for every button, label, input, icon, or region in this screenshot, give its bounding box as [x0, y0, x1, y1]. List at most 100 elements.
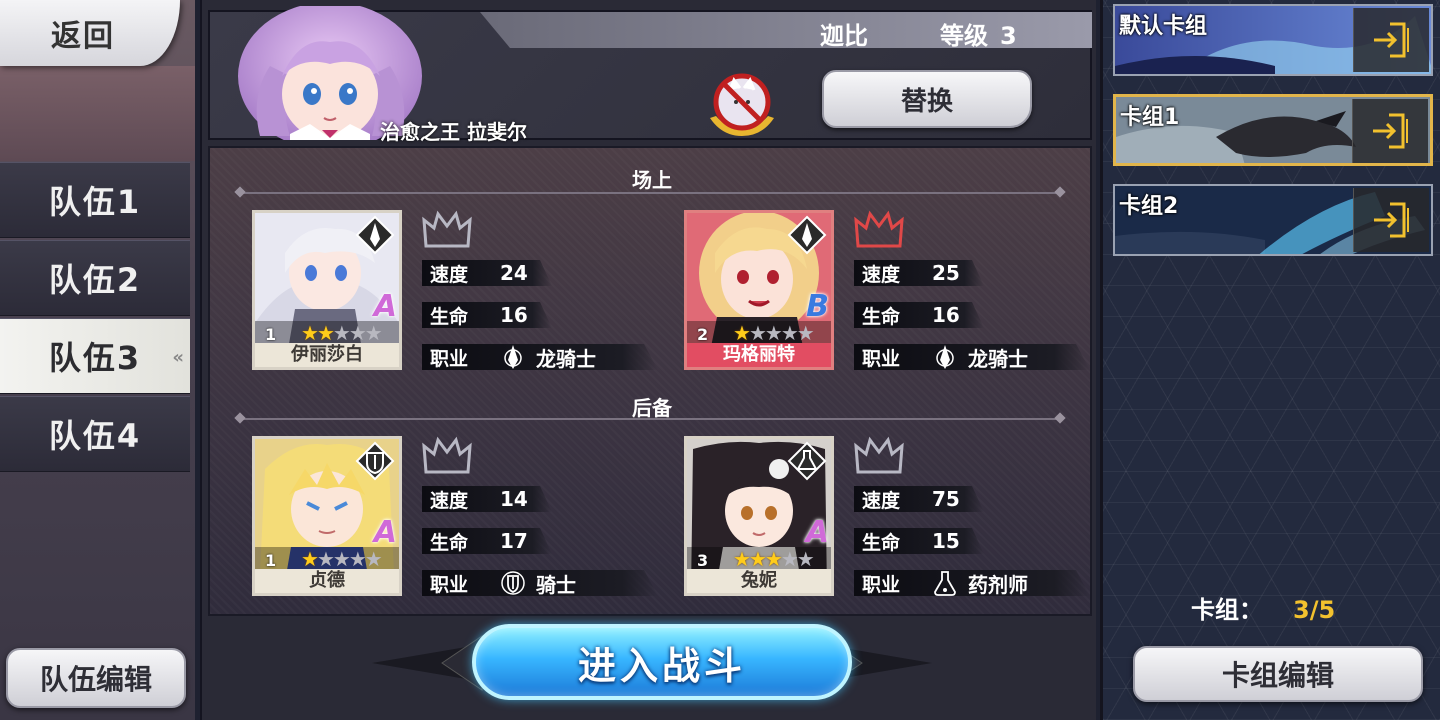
fight-area: 进入战斗 — [372, 616, 932, 710]
team-tab-label: 队伍4 — [48, 417, 142, 455]
hp-label: 生命 — [862, 531, 901, 554]
job-value: 龙骑士 — [968, 346, 1028, 371]
star-icon: ★ — [796, 547, 815, 571]
star-icon: ★ — [748, 547, 767, 571]
job-label: 职业 — [862, 347, 901, 370]
job-value: 药剂师 — [968, 572, 1028, 597]
flask-icon — [787, 441, 827, 481]
star-icon: ★ — [332, 547, 351, 571]
star-icon: ★ — [348, 321, 367, 345]
deck-count: 卡组： 3/5 — [1191, 590, 1335, 625]
replace-button[interactable]: 替换 — [822, 70, 1032, 128]
unit-cost: 1 — [265, 551, 277, 570]
deck-panel: 默认卡组 卡组1 卡组2 卡组： 3/5 卡组编辑 — [1100, 0, 1440, 720]
formation-area: 场上 A 1 ★★★★★ 伊丽莎白 速度 24 生命 16 职业 龙骑士 B 2… — [208, 146, 1092, 616]
hp-label: 生命 — [430, 305, 469, 328]
hp-row: 生命 17 — [422, 528, 662, 554]
hp-row: 生命 15 — [854, 528, 1094, 554]
unit-card[interactable]: A 3 ★★★★★ 兔妮 — [684, 436, 834, 596]
unit-cost: 1 — [265, 325, 277, 344]
star-icon: ★ — [301, 321, 319, 345]
hp-row: 生命 16 — [854, 302, 1094, 328]
deck-enter-button[interactable] — [1353, 8, 1429, 72]
main-panel: 迦比 等级 3 治愈之王 拉斐尔 替换 场上 A 1 ★★★★★ 伊丽莎白 速度… — [200, 0, 1096, 720]
job-row: 职业 龙骑士 — [422, 344, 662, 371]
job-label: 职业 — [862, 573, 901, 596]
team-edit-button[interactable]: 队伍编辑 — [6, 648, 186, 708]
job-row: 职业 药剂师 — [854, 570, 1094, 597]
job-row: 职业 骑士 — [422, 570, 662, 597]
leader-header: 迦比 等级 3 治愈之王 拉斐尔 替换 — [208, 6, 1092, 144]
back-button[interactable]: 返回 — [0, 0, 180, 66]
speed-row: 速度 25 — [854, 260, 1094, 286]
deck-default[interactable]: 默认卡组 — [1113, 4, 1433, 76]
unit-card[interactable]: B 2 ★★★★★ 玛格丽特 — [684, 210, 834, 370]
speed-label: 速度 — [430, 263, 469, 286]
star-icon: ★ — [316, 321, 335, 345]
deck-enter-button[interactable] — [1353, 188, 1429, 252]
deck-label: 默认卡组 — [1119, 14, 1208, 39]
lance-icon — [355, 215, 395, 255]
team-tab-label: 队伍1 — [48, 183, 142, 221]
speed-value: 24 — [500, 261, 528, 285]
speed-value: 25 — [932, 261, 960, 285]
star-icon: ★ — [332, 321, 351, 345]
deck-enter-button[interactable] — [1352, 99, 1428, 163]
speed-value: 14 — [500, 487, 528, 511]
star-icon: ★ — [780, 547, 799, 571]
unit-name: 贞德 — [255, 569, 399, 593]
shield-icon — [501, 571, 525, 595]
enter-battle-button[interactable]: 进入战斗 — [472, 624, 852, 700]
tab-team-2[interactable]: 队伍2 — [0, 240, 190, 316]
unit-name: 玛格丽特 — [687, 343, 831, 367]
unit-card[interactable]: A 1 ★★★★★ 伊丽莎白 — [252, 210, 402, 370]
crown-icon — [422, 210, 472, 248]
section-field: 场上 — [632, 168, 672, 192]
team-tab-label: 队伍3 — [48, 339, 142, 377]
star-icon: ★ — [780, 321, 799, 345]
star-icon: ★ — [364, 321, 383, 345]
deck-2[interactable]: 卡组2 — [1113, 184, 1433, 256]
lance-icon — [504, 345, 522, 369]
shield-icon — [355, 441, 395, 481]
deck-edit-button[interactable]: 卡组编辑 — [1133, 646, 1423, 702]
player-name: 迦比 — [820, 22, 868, 50]
unit-card[interactable]: A 1 ★★★★★ 贞德 — [252, 436, 402, 596]
speed-row: 速度 24 — [422, 260, 662, 286]
tab-team-1[interactable]: 队伍1 — [0, 162, 190, 238]
tab-team-4[interactable]: 队伍4 — [0, 396, 190, 472]
deck-1[interactable]: 卡组1 — [1113, 94, 1433, 166]
star-icon: ★ — [733, 547, 751, 571]
lance-icon — [936, 345, 954, 369]
deck-label: 卡组1 — [1120, 105, 1180, 130]
unit-name: 伊丽莎白 — [255, 343, 399, 367]
job-value: 骑士 — [536, 572, 576, 597]
star-icon: ★ — [796, 321, 815, 345]
job-label: 职业 — [430, 347, 469, 370]
hero-title: 治愈之王 拉斐尔 — [380, 120, 527, 144]
speed-label: 速度 — [862, 263, 901, 286]
star-rating: ★★★★★ — [733, 321, 815, 345]
star-icon: ★ — [764, 321, 783, 345]
job-value: 龙骑士 — [536, 346, 596, 371]
team-tab-label: 队伍2 — [48, 261, 142, 299]
speed-label: 速度 — [430, 489, 469, 512]
tab-team-3[interactable]: 队伍3 « — [0, 318, 190, 394]
hp-value: 17 — [500, 529, 528, 553]
hp-value: 15 — [932, 529, 960, 553]
deck-label: 卡组2 — [1119, 194, 1179, 219]
star-icon: ★ — [733, 321, 751, 345]
star-icon: ★ — [348, 547, 367, 571]
no-pet-icon[interactable] — [702, 68, 782, 138]
crown-icon — [854, 436, 904, 474]
star-icon: ★ — [748, 321, 767, 345]
hp-value: 16 — [932, 303, 960, 327]
crown-icon — [854, 210, 904, 248]
unit-cost: 3 — [697, 551, 709, 570]
hp-value: 16 — [500, 303, 528, 327]
sidebar-band — [0, 66, 195, 161]
section-divider — [240, 192, 1060, 194]
enter-icon — [1372, 113, 1408, 149]
flask-icon — [934, 571, 956, 596]
hp-label: 生命 — [862, 305, 901, 328]
